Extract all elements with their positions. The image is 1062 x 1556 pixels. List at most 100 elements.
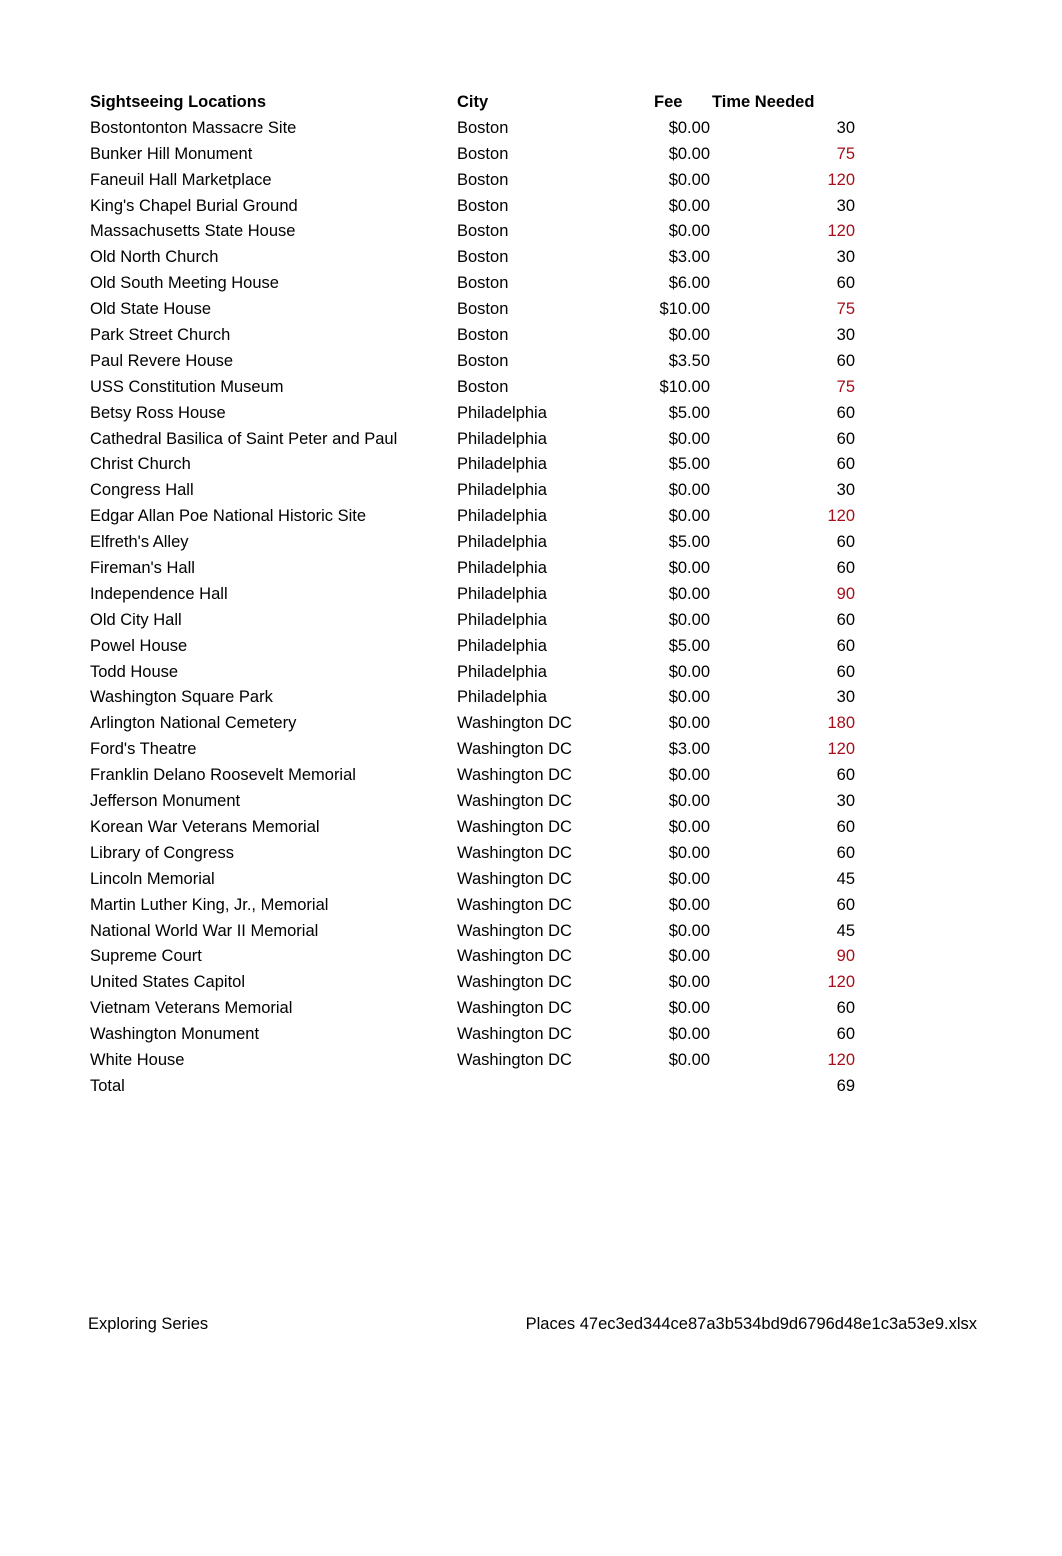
fee-cell: $0.00 [668, 662, 710, 681]
fee-cell: $0.00 [668, 999, 710, 1018]
city-cell: Boston [457, 222, 509, 241]
time-needed-cell: 60 [836, 1025, 855, 1044]
location-cell: Independence Hall [90, 584, 228, 603]
location-cell: Massachusetts State House [90, 222, 296, 241]
time-needed-cell: 60 [836, 766, 855, 785]
total-time: 69 [836, 1076, 855, 1095]
city-cell: Washington DC [457, 895, 572, 914]
time-needed-cell: 60 [836, 274, 855, 293]
city-cell: Boston [457, 377, 509, 396]
fee-cell: $0.00 [668, 843, 710, 862]
time-needed-cell: 60 [836, 610, 855, 629]
time-needed-cell: 60 [836, 559, 855, 578]
fee-cell: $0.00 [668, 688, 710, 707]
fee-cell: $0.00 [668, 196, 710, 215]
location-cell: Old State House [90, 300, 212, 319]
fee-cell: $5.00 [668, 455, 710, 474]
city-cell: Washington DC [457, 740, 572, 759]
city-cell: Boston [457, 274, 509, 293]
fee-cell: $0.00 [668, 144, 710, 163]
total-label: Total [90, 1076, 125, 1095]
fee-cell: $0.00 [668, 947, 710, 966]
time-needed-cell: 120 [827, 1050, 855, 1069]
city-cell: Washington DC [457, 999, 572, 1018]
city-cell: Philadelphia [457, 610, 547, 629]
time-needed-cell: 45 [836, 921, 855, 940]
location-cell: Bostontonton Massacre Site [90, 118, 297, 137]
fee-cell: $0.00 [668, 869, 710, 888]
fee-cell: $0.00 [668, 766, 710, 785]
fee-cell: $0.00 [668, 559, 710, 578]
location-cell: Powel House [90, 636, 188, 655]
fee-cell: $0.00 [668, 222, 710, 241]
location-cell: Arlington National Cemetery [90, 714, 297, 733]
city-cell: Philadelphia [457, 559, 547, 578]
location-cell: Old City Hall [90, 610, 182, 629]
time-needed-cell: 45 [836, 869, 855, 888]
time-needed-cell: 60 [836, 533, 855, 552]
city-cell: Philadelphia [457, 584, 547, 603]
fee-cell: $0.00 [668, 792, 710, 811]
location-cell: King's Chapel Burial Ground [90, 196, 298, 215]
location-cell: National World War II Memorial [90, 921, 319, 940]
time-needed-cell: 120 [827, 740, 855, 759]
footer-left-text: Exploring Series [88, 1315, 209, 1333]
location-cell: USS Constitution Museum [90, 377, 284, 396]
location-cell: Old South Meeting House [90, 274, 279, 293]
location-cell: Vietnam Veterans Memorial [90, 999, 293, 1018]
city-cell: Philadelphia [457, 662, 547, 681]
time-needed-cell: 60 [836, 403, 855, 422]
time-needed-cell: 90 [836, 584, 855, 603]
location-cell: Betsy Ross House [90, 403, 226, 422]
city-cell: Philadelphia [457, 455, 547, 474]
time-needed-cell: 30 [836, 481, 855, 500]
city-cell: Philadelphia [457, 507, 547, 526]
location-cell: Christ Church [90, 455, 191, 474]
time-needed-cell: 120 [827, 222, 855, 241]
fee-cell: $3.50 [668, 351, 710, 370]
city-cell: Philadelphia [457, 688, 547, 707]
city-cell: Washington DC [457, 792, 572, 811]
time-needed-cell: 75 [836, 377, 855, 396]
fee-cell: $0.00 [668, 429, 710, 448]
city-cell: Boston [457, 144, 509, 163]
fee-cell: $0.00 [668, 973, 710, 992]
location-cell: Ford's Theatre [90, 740, 197, 759]
fee-cell: $6.00 [668, 274, 710, 293]
time-needed-cell: 30 [836, 248, 855, 267]
city-cell: Boston [457, 118, 509, 137]
location-cell: Washington Monument [90, 1025, 260, 1044]
time-needed-cell: 120 [827, 507, 855, 526]
fee-cell: $0.00 [668, 1025, 710, 1044]
city-cell: Washington DC [457, 921, 572, 940]
city-cell: Boston [457, 248, 509, 267]
city-cell: Boston [457, 326, 509, 345]
location-cell: Korean War Veterans Memorial [90, 817, 320, 836]
fee-cell: $10.00 [659, 300, 710, 319]
time-needed-cell: 120 [827, 973, 855, 992]
time-needed-cell: 75 [836, 300, 855, 319]
city-cell: Washington DC [457, 843, 572, 862]
time-needed-cell: 60 [836, 817, 855, 836]
location-cell: Lincoln Memorial [90, 869, 215, 888]
location-cell: Faneuil Hall Marketplace [90, 170, 272, 189]
city-cell: Washington DC [457, 973, 572, 992]
location-cell: Cathedral Basilica of Saint Peter and Pa… [90, 429, 398, 448]
fee-cell: $0.00 [668, 714, 710, 733]
city-cell: Philadelphia [457, 636, 547, 655]
time-needed-cell: 180 [827, 714, 855, 733]
location-cell: United States Capitol [90, 973, 246, 992]
fee-cell: $0.00 [668, 921, 710, 940]
fee-cell: $0.00 [668, 584, 710, 603]
time-needed-cell: 30 [836, 118, 855, 137]
time-needed-cell: 30 [836, 196, 855, 215]
location-cell: Jefferson Monument [90, 792, 241, 811]
location-cell: Elfreth's Alley [90, 533, 189, 552]
city-cell: Boston [457, 196, 509, 215]
fee-cell: $0.00 [668, 895, 710, 914]
time-needed-cell: 60 [836, 999, 855, 1018]
time-needed-cell: 30 [836, 688, 855, 707]
header-fee: Fee [654, 93, 683, 111]
location-cell: Franklin Delano Roosevelt Memorial [90, 766, 356, 785]
time-needed-cell: 60 [836, 843, 855, 862]
